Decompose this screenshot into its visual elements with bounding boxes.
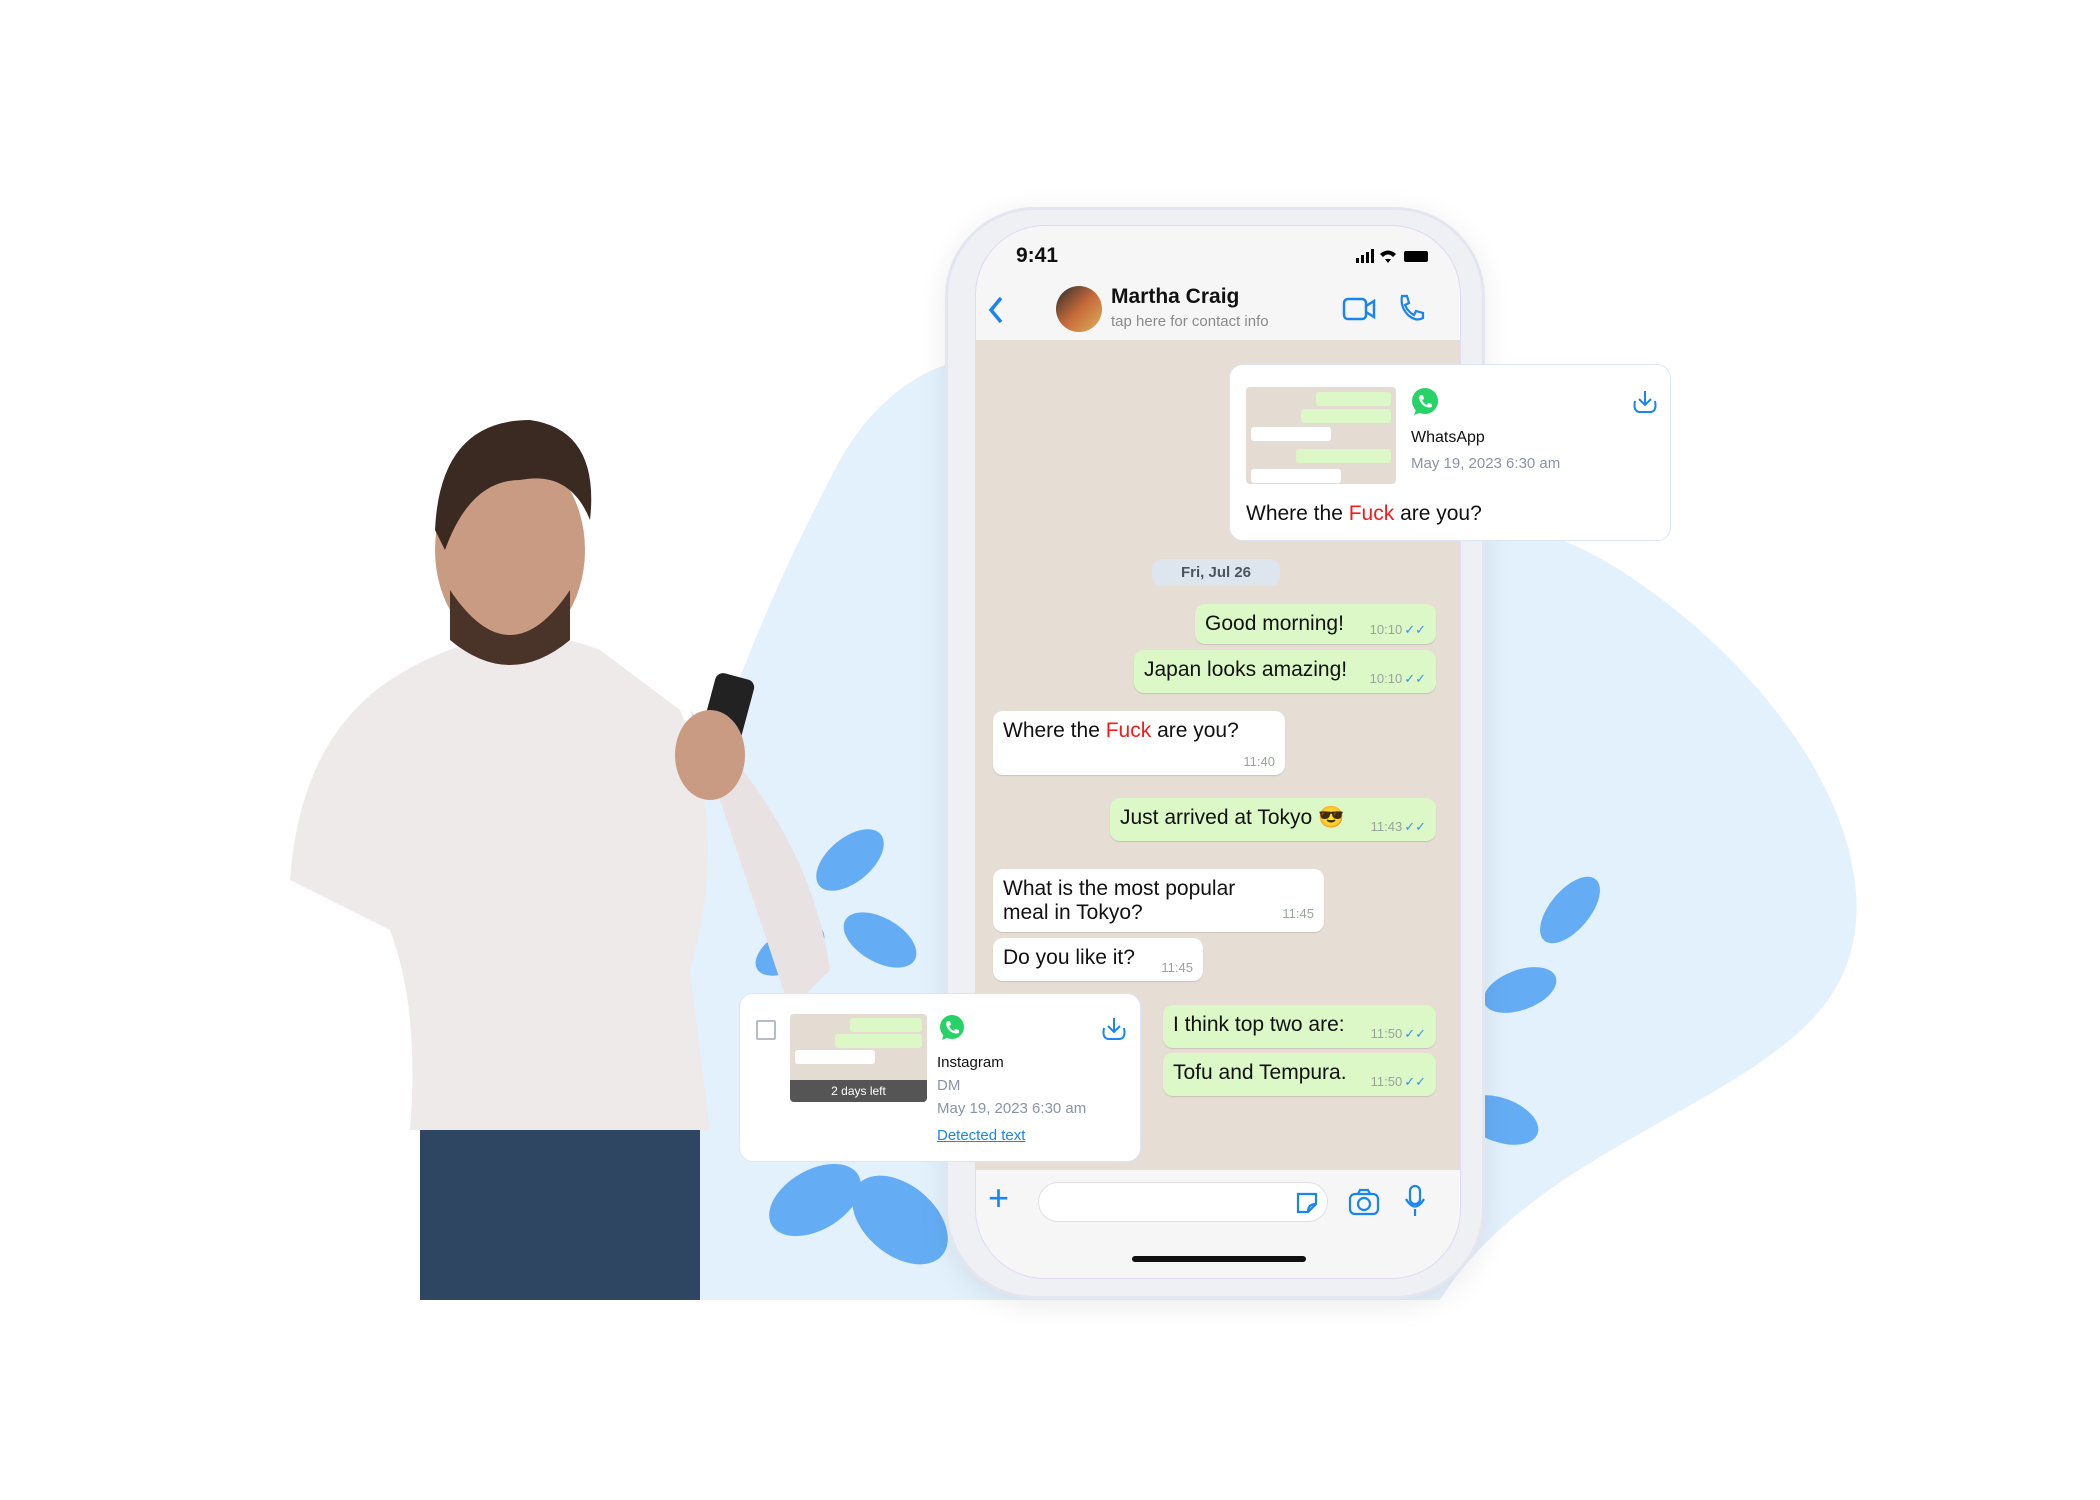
expiry-badge: 2 days left xyxy=(790,1080,927,1102)
message-bubble[interactable]: Do you like it? 11:45 xyxy=(993,938,1203,981)
camera-icon[interactable] xyxy=(1348,1188,1380,1216)
sticker-icon[interactable] xyxy=(1294,1190,1320,1216)
chat-header: Martha Craig tap here for contact info xyxy=(976,281,1460,341)
message-time: 11:50 ✓✓ xyxy=(1370,1074,1426,1089)
message-bubble[interactable]: I think top two are: 11:50 ✓✓ xyxy=(1163,1005,1436,1048)
message-text: What is the most popular meal in Tokyo? xyxy=(1003,877,1236,924)
double-check-icon: ✓✓ xyxy=(1404,671,1426,686)
message-bubble[interactable]: Japan looks amazing! 10:10 ✓✓ xyxy=(1134,650,1436,693)
status-time: 9:41 xyxy=(1016,244,1059,267)
alert-app-name: Instagram xyxy=(937,1054,1004,1071)
message-text: Do you like it? xyxy=(1003,946,1135,969)
message-bubble[interactable]: Good morning! 10:10 ✓✓ xyxy=(1195,604,1436,644)
download-icon[interactable] xyxy=(1100,1016,1128,1042)
message-input[interactable] xyxy=(1038,1182,1328,1222)
message-bubble[interactable]: Where the Fuck are you? 11:40 xyxy=(993,711,1285,775)
double-check-icon: ✓✓ xyxy=(1404,1026,1426,1041)
alert-app-name: WhatsApp xyxy=(1411,429,1485,446)
input-bar: + xyxy=(976,1170,1460,1278)
screenshot-thumbnail[interactable] xyxy=(1246,387,1396,484)
whatsapp-icon xyxy=(1412,388,1438,415)
message-time: 11:40 xyxy=(1243,754,1275,769)
date-pill: Fri, Jul 26 xyxy=(1152,559,1280,586)
contact-name[interactable]: Martha Craig xyxy=(1111,285,1239,309)
status-bar: 9:41 xyxy=(976,226,1460,286)
message-text: Japan looks amazing! xyxy=(1144,658,1348,681)
message-bubble[interactable]: Tofu and Tempura. 11:50 ✓✓ xyxy=(1163,1053,1436,1096)
message-text: Good morning! xyxy=(1205,612,1344,635)
whatsapp-icon xyxy=(940,1015,964,1040)
contact-avatar[interactable] xyxy=(1056,286,1102,332)
alert-date: May 19, 2023 6:30 am xyxy=(937,1100,1087,1117)
message-time: 11:43 ✓✓ xyxy=(1370,819,1426,834)
person-illustration xyxy=(290,420,830,1300)
message-time: 10:10 ✓✓ xyxy=(1369,622,1426,637)
select-checkbox[interactable] xyxy=(756,1020,776,1040)
double-check-icon: ✓✓ xyxy=(1404,819,1426,834)
double-check-icon: ✓✓ xyxy=(1404,1074,1426,1089)
back-chevron-icon[interactable] xyxy=(986,295,1006,325)
message-bubble[interactable]: What is the most popular meal in Tokyo? 1… xyxy=(993,869,1324,932)
flagged-word: Fuck xyxy=(1105,719,1152,742)
video-call-icon[interactable] xyxy=(1342,297,1376,321)
flagged-word: Fuck xyxy=(1348,502,1395,525)
detected-text-link[interactable]: Detected text xyxy=(937,1127,1025,1144)
message-text: Just arrived at Tokyo xyxy=(1120,806,1313,829)
alert-type: DM xyxy=(937,1077,961,1094)
message-text: I think top two are: xyxy=(1173,1013,1345,1036)
screenshot-thumbnail[interactable]: 2 days left xyxy=(790,1014,927,1102)
microphone-icon[interactable] xyxy=(1404,1184,1426,1218)
message-time: 11:45 xyxy=(1161,960,1193,975)
download-icon[interactable] xyxy=(1631,389,1659,415)
instagram-alert-card[interactable]: 2 days left Instagram DM May 19, 2023 6:… xyxy=(739,993,1141,1162)
signal-wifi-battery-icon xyxy=(1356,249,1428,263)
contact-subtitle[interactable]: tap here for contact info xyxy=(1111,313,1269,330)
message-time: 11:45 xyxy=(1282,906,1314,921)
plus-icon[interactable]: + xyxy=(988,1180,1009,1216)
whatsapp-alert-card[interactable]: WhatsApp May 19, 2023 6:30 am Where the … xyxy=(1229,364,1671,541)
double-check-icon: ✓✓ xyxy=(1404,622,1426,637)
home-indicator xyxy=(1132,1256,1306,1262)
message-bubble[interactable]: Just arrived at Tokyo 😎 11:43 ✓✓ xyxy=(1110,798,1436,841)
message-text: Tofu and Tempura. xyxy=(1173,1061,1347,1084)
message-time: 11:50 ✓✓ xyxy=(1370,1026,1426,1041)
sunglasses-emoji: 😎 xyxy=(1318,806,1345,829)
alert-date: May 19, 2023 6:30 am xyxy=(1411,455,1561,472)
phone-call-icon[interactable] xyxy=(1396,293,1426,323)
alert-text: Where the Fuck are you? xyxy=(1246,502,1482,525)
message-time: 10:10 ✓✓ xyxy=(1369,671,1426,686)
